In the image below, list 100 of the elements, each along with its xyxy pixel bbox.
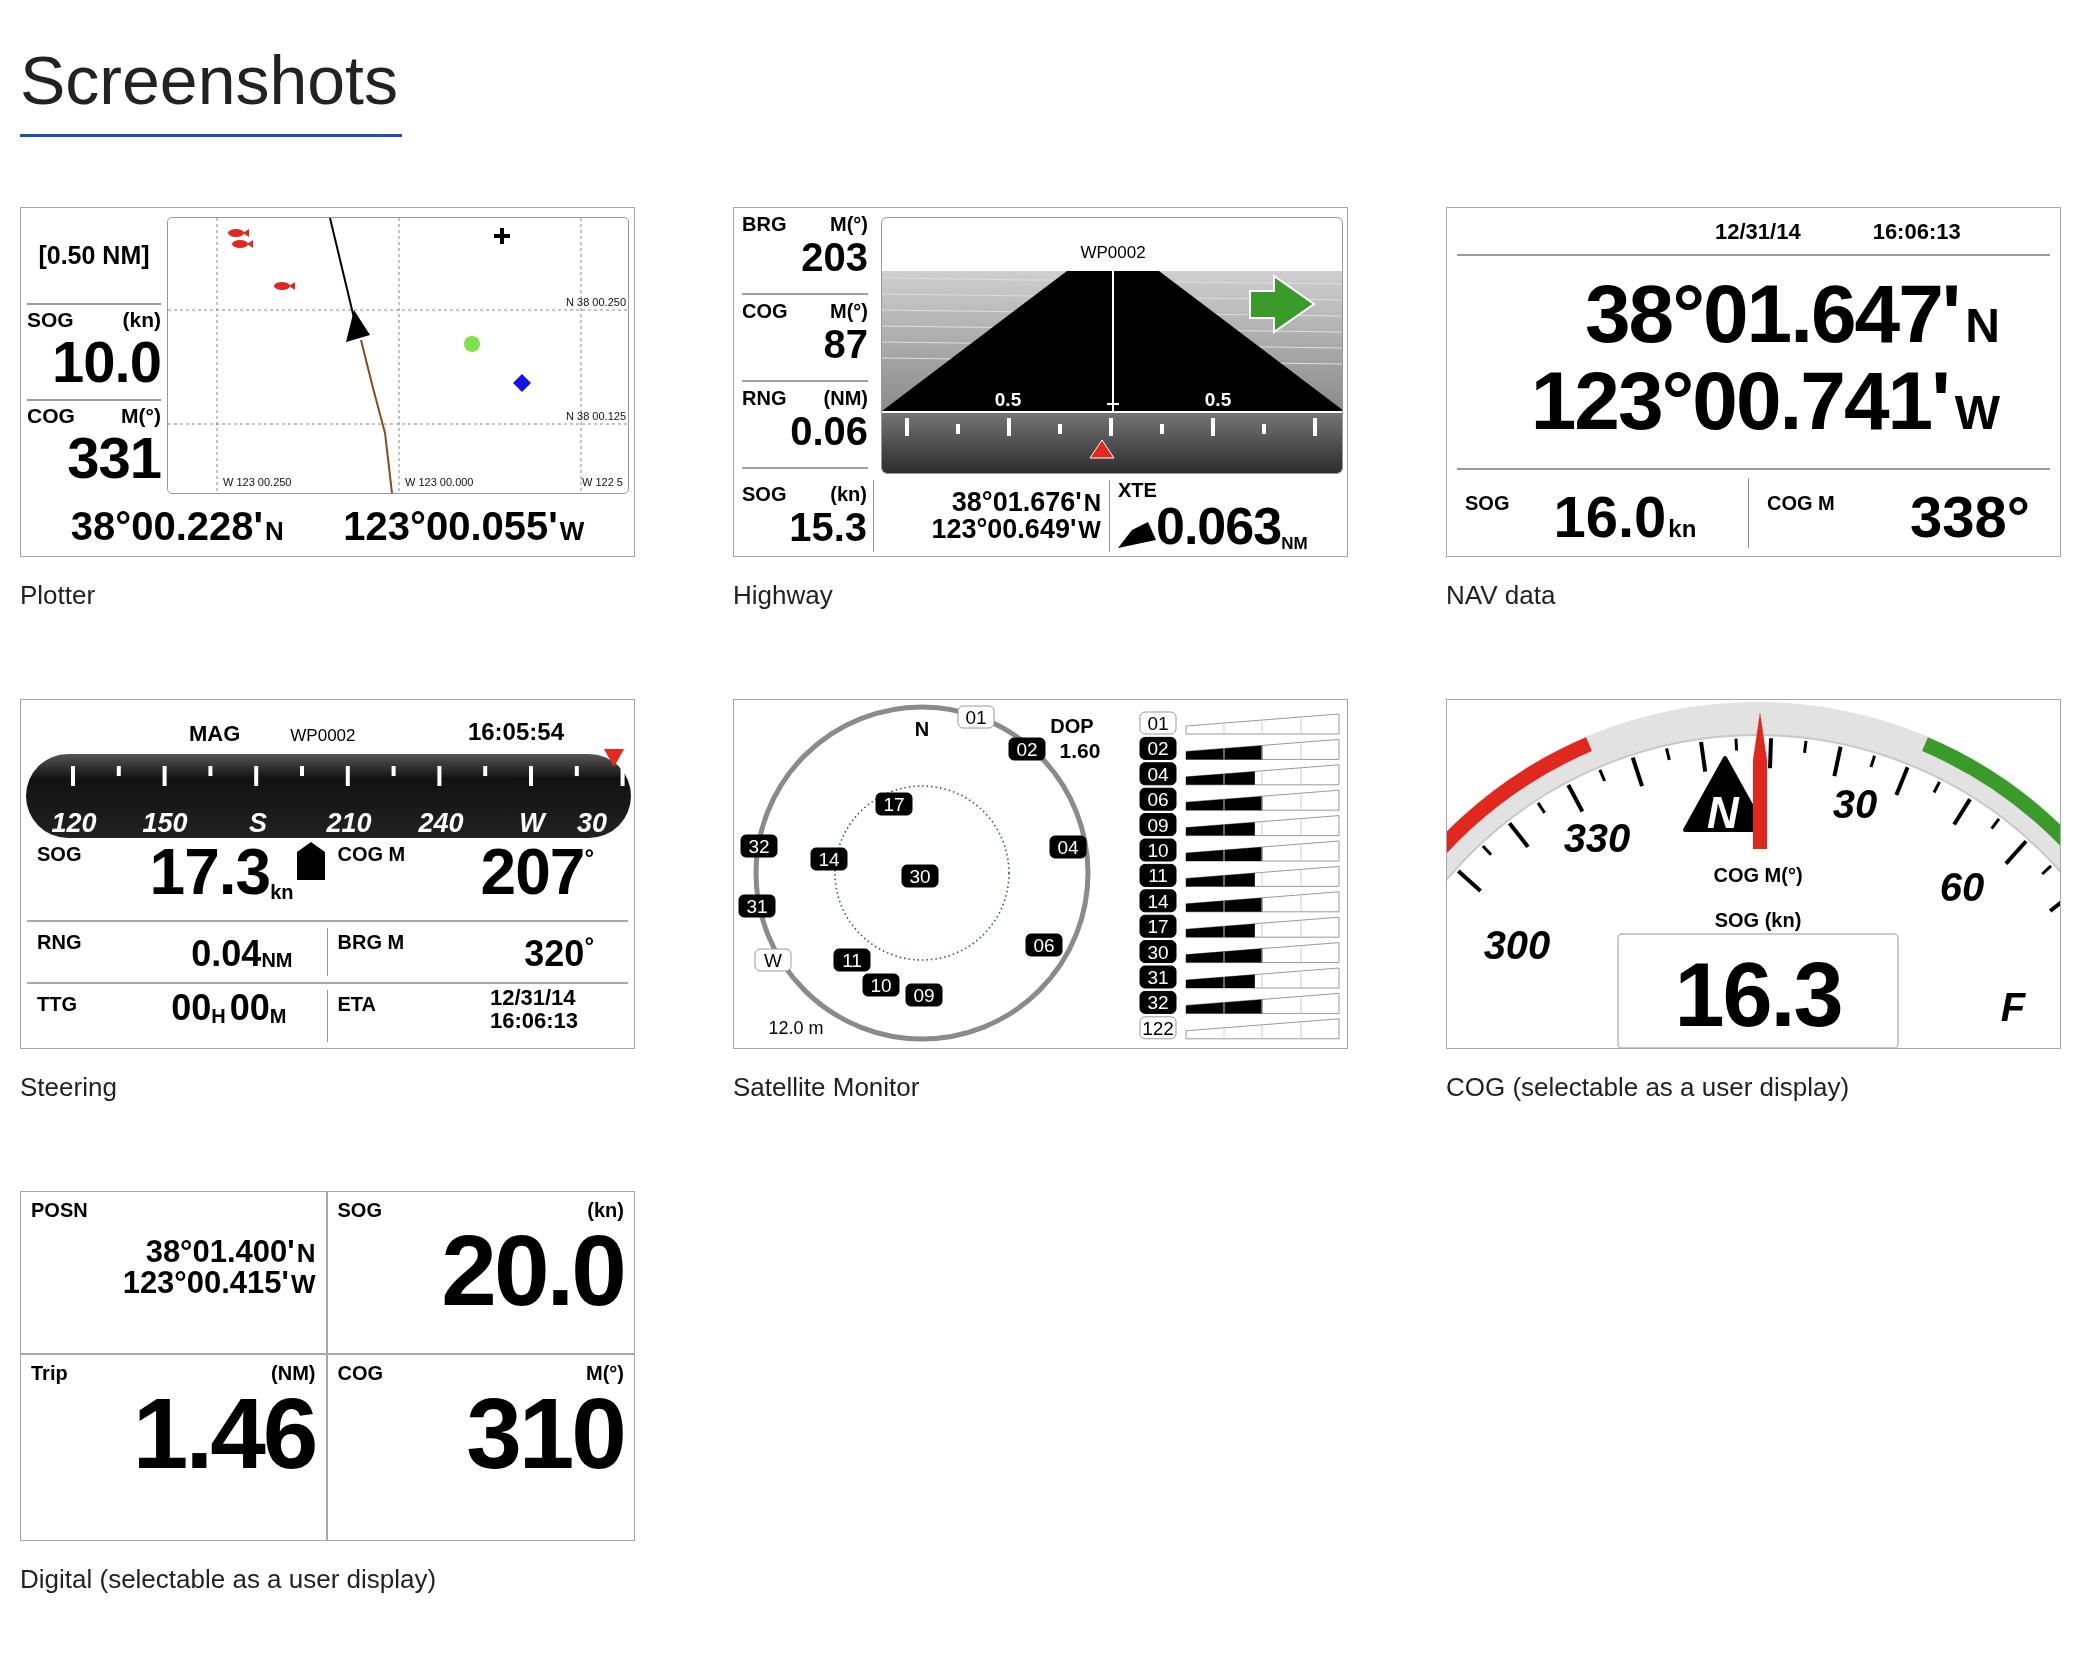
unit-label: (kn) [587,1200,624,1220]
screenshot-caption: Steering [20,1071,117,1103]
field-value: 10.0 [52,330,161,394]
time-label: 16:06:13 [1872,217,1961,246]
unit-label: kn [1668,514,1697,544]
dop-value: 1.60 [1059,739,1101,762]
field-value: 0.06 [790,409,868,454]
unit-label: (kn) [830,484,867,504]
field-label: SOG [337,1200,382,1220]
field-value: 310 [466,1383,624,1483]
field-value: 331 [67,426,161,490]
hemisphere-label: N [265,515,284,548]
circle-marker-icon [464,336,480,352]
screenshot-caption: NAV data [1446,579,1556,611]
field-value: 0.04 [191,936,262,972]
satellite-label: 30 [1139,940,1177,964]
fish-icon [228,229,249,237]
waypoint-label: WP0002 [290,724,356,747]
dial-label: 30 [1832,782,1878,826]
unit-label: (NM) [823,388,868,408]
screenshot-caption: Satellite Monitor [733,1071,920,1103]
field-value: 87 [823,322,868,367]
satellite-label: 11 [833,948,871,972]
compass-label: S [249,808,267,838]
compass-label: 120 [51,808,97,838]
satellite-label: 09 [905,983,943,1007]
coordinate-value: 123°00.649' [931,516,1077,543]
coordinate-value: 38°00.228' [70,503,263,550]
fish-icon [274,282,295,290]
compass-label: 150 [142,808,188,838]
satellite-label: 10 [862,973,900,997]
compass-label: 240 [418,808,464,838]
satellite-label: 01 [957,705,995,729]
unit-label: (kn) [122,309,161,330]
scale-label: 0.5 [1204,389,1232,410]
satellite-label: 04 [1049,835,1087,859]
mode-label: MAG [189,720,241,748]
field-label: COG M [1767,491,1835,516]
fish-icon [232,240,253,248]
dial-label: 300 [1483,923,1551,967]
date-label: 12/31/14 [1715,217,1801,246]
eta-date: 12/31/14 [489,986,577,1010]
hemisphere-label: N [1965,298,2000,354]
hemisphere-label: W [559,515,585,548]
field-label: RNG [37,930,82,952]
screenshot-caption: Highway [733,579,833,611]
waypoint-label: WP0002 [1080,243,1146,262]
satellite-label: 122 [1139,1016,1177,1040]
dial-label: 60 [1939,865,1985,909]
satellite-label: 02 [1139,736,1177,760]
satellite-label: 31 [738,894,776,918]
unit-label: M(°) [121,405,161,426]
unit-label: M(°) [586,1363,624,1383]
coordinate-value: 123°00.741' [1530,362,1949,440]
coordinate-value: 123°00.415' [122,1267,289,1298]
satellite-label: 32 [1139,990,1177,1014]
hemisphere-label: N [1083,491,1101,515]
scale-label: 0.5 [994,389,1022,410]
time-label: 16:05:54 [467,717,564,747]
coordinate-value: 38°01.400' [145,1236,295,1267]
marker-triangle-icon [604,749,624,769]
unit-label: NM [261,950,293,970]
compass-label: 30 [577,808,607,838]
unit-label: ° [584,931,594,961]
satellite-label: 04 [1139,762,1177,786]
xte-value: 0.063 [1156,500,1282,552]
field-value: 16.0 [1553,488,1667,546]
satellite-label: 11 [1139,863,1177,887]
field-value: 320 [524,936,585,972]
field-label: SOG [1465,491,1510,516]
grid-label: W 123 00.000 [405,476,474,488]
coordinate-value: 123°00.055' [343,503,558,550]
compass-label: W [519,808,545,838]
north-label: N [1707,788,1739,837]
unit-label: ° [584,843,594,873]
range-label: 12.0 m [768,1018,824,1038]
satellite-label: 32 [740,834,778,858]
satellite-label: 10 [1139,838,1177,862]
cog-label: COG M(°) [1713,864,1803,886]
unit-label: kn [270,882,294,902]
cross-icon [494,228,510,244]
satellite-label: W [754,948,792,972]
boat-icon [297,842,325,880]
satellite-label: 17 [1139,914,1177,938]
grid-label: W 122 5 [582,476,623,488]
field-label: COG [27,405,75,426]
field-label: ETA [337,992,376,1014]
hours-value: 00 [171,990,212,1026]
screenshot-caption: Digital (selectable as a user display) [20,1563,437,1595]
eta-time: 16:06:13 [489,1009,578,1033]
range-label: [0.50 NM] [38,239,150,271]
field-label: SOG [37,842,82,864]
satellite-label: 01 [1139,711,1177,735]
field-label: POSN [31,1200,88,1220]
unit-label: NM [1281,535,1308,552]
grid-label: N 38 00.250 [566,296,626,308]
field-label: SOG [742,484,787,504]
grid-label: N 38 00.125 [566,410,626,422]
field-label: BRG M [337,930,405,952]
satellite-label: 02 [1008,737,1046,761]
